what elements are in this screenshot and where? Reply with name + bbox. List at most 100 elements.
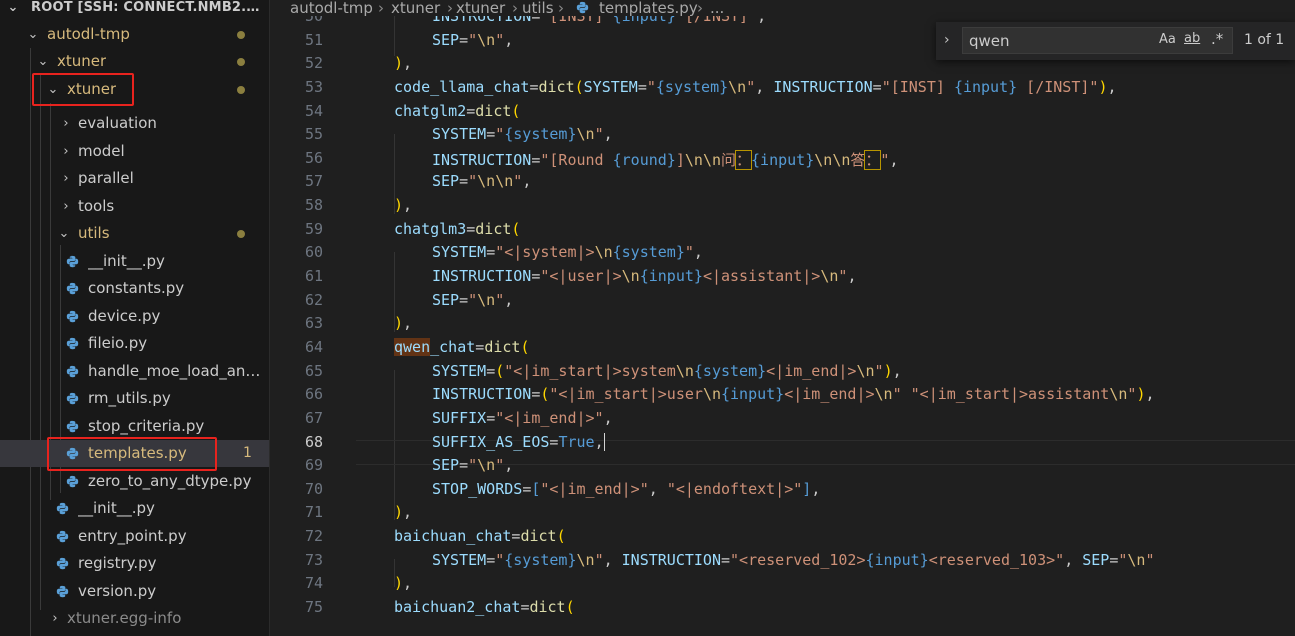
breadcrumb-item[interactable]: xtuner [391, 0, 440, 16]
tree-file-device[interactable]: device.py [0, 303, 269, 330]
chevron-right-icon: › [63, 199, 69, 214]
chevron-right-icon: › [63, 171, 69, 186]
code-line[interactable]: SYSTEM="<|system|>\n{system}", [432, 243, 703, 261]
code-line[interactable]: ), [394, 503, 412, 521]
line-number: 59 [304, 219, 323, 238]
line-number: 65 [304, 361, 323, 380]
chevron-right-icon: › [558, 0, 564, 17]
find-input[interactable]: qwen Aa ab .* [962, 27, 1233, 54]
line-number: 70 [304, 479, 323, 498]
tree-folder-parallel[interactable]: › parallel [0, 165, 269, 192]
chevron-right-icon: › [378, 0, 384, 17]
code-line[interactable]: chatglm3=dict( [394, 220, 520, 238]
tree-file-constants[interactable]: constants.py [0, 275, 269, 302]
chevron-right-icon: › [52, 611, 58, 626]
tree-item-label: __init__.py [78, 499, 155, 517]
chevron-right-icon: › [447, 0, 453, 17]
tree-folder-evaluation[interactable]: › evaluation [0, 110, 269, 137]
tree-file-zero-to-any[interactable]: zero_to_any_dtype.py [0, 468, 269, 495]
code-line[interactable]: SEP="\n", [432, 31, 513, 49]
code-line[interactable]: INSTRUCTION="[Round {round}]\n\n问：{input… [432, 149, 898, 170]
code-line[interactable]: SEP="\n", [432, 456, 513, 474]
chevron-right-icon[interactable]: › [944, 32, 950, 48]
chevron-down-icon: ⌄ [37, 54, 49, 69]
python-file-icon [66, 365, 79, 378]
match-case-toggle[interactable]: Aa [1159, 32, 1176, 47]
git-modified-dot [237, 86, 245, 94]
tree-item-label: __init__.py [88, 252, 165, 270]
tree-folder-xtuner[interactable]: ⌄ xtuner [0, 48, 269, 75]
code-line[interactable]: chatglm2=dict( [394, 102, 520, 120]
code-line[interactable]: SEP="\n", [432, 291, 513, 309]
code-line[interactable]: baichuan_chat=dict( [394, 527, 566, 545]
python-file-icon [66, 282, 79, 295]
code-line[interactable]: ), [394, 574, 412, 592]
tree-folder-autodl-tmp[interactable]: ⌄ autodl-tmp [0, 21, 269, 48]
annotation-highlight-box [32, 73, 134, 106]
line-number: 50 [304, 16, 323, 25]
tree-file-entry-point[interactable]: entry_point.py [0, 523, 269, 550]
python-file-icon [66, 255, 79, 268]
code-line[interactable]: SUFFIX="<|im_end|>", [432, 409, 613, 427]
code-line[interactable]: INSTRUCTION="[INST] {input} [/INST]", [432, 16, 766, 25]
tree-file-fileio[interactable]: fileio.py [0, 330, 269, 357]
python-file-icon [66, 337, 79, 350]
tree-item-label: entry_point.py [78, 527, 187, 545]
line-number: 73 [304, 550, 323, 569]
code-line[interactable]: code_llama_chat=dict(SYSTEM="{system}\n"… [394, 78, 1117, 96]
code-line[interactable]: INSTRUCTION="<|user|>\n{input}<|assistan… [432, 267, 856, 285]
breadcrumb-item[interactable]: templates.py [599, 0, 698, 16]
python-file-icon [56, 502, 69, 515]
code-line[interactable]: SYSTEM="{system}\n", [432, 125, 613, 143]
code-line[interactable]: STOP_WORDS=["<|im_end|>", "<|endoftext|>… [432, 480, 820, 498]
tree-item-label: tools [78, 197, 115, 215]
tree-file-init[interactable]: __init__.py [0, 248, 269, 275]
tree-item-label: parallel [78, 169, 134, 187]
explorer-root-label: ROOT [SSH: CONNECT.NMB2.SEET... [31, 0, 267, 15]
vscode-window: ⌄ ROOT [SSH: CONNECT.NMB2.SEET... ⌄ auto… [0, 0, 1295, 636]
code-line[interactable]: SYSTEM="{system}\n", INSTRUCTION="<reser… [432, 551, 1155, 569]
code-line[interactable]: ), [394, 314, 412, 332]
indent-guide [394, 16, 395, 56]
chevron-right-icon: › [63, 144, 69, 159]
tree-file-version[interactable]: version.py [0, 578, 269, 605]
chevron-right-icon: › [512, 0, 518, 17]
code-line[interactable]: ), [394, 196, 412, 214]
code-line[interactable]: ), [394, 54, 412, 72]
annotation-highlight-box [47, 437, 217, 471]
breadcrumb-item[interactable]: autodl-tmp [290, 0, 373, 16]
breadcrumb-item[interactable]: utils [522, 0, 554, 16]
tree-folder-egg-info[interactable]: › xtuner.egg-info [0, 605, 269, 632]
line-number: 74 [304, 574, 323, 593]
python-file-icon [66, 392, 79, 405]
tree-item-label: registry.py [78, 554, 157, 572]
explorer-root-header[interactable]: ⌄ ROOT [SSH: CONNECT.NMB2.SEET... [0, 0, 269, 21]
tree-file-stop-criteria[interactable]: stop_criteria.py [0, 413, 269, 440]
regex-toggle[interactable]: .* [1211, 30, 1223, 48]
tree-file-registry[interactable]: registry.py [0, 550, 269, 577]
tree-folder-utils[interactable]: ⌄ utils [0, 220, 269, 247]
code-editor[interactable]: 50 51 52 53 54 55 56 57 58 59 60 61 62 63 64 65 66 67 68 69… [270, 16, 1295, 636]
tree-item-label: autodl-tmp [47, 25, 130, 43]
python-file-icon [66, 475, 79, 488]
chevron-down-icon: ⌄ [58, 226, 70, 241]
tree-file-init-2[interactable]: __init__.py [0, 495, 269, 522]
tree-folder-model[interactable]: › model [0, 138, 269, 165]
code-line[interactable]: SUFFIX_AS_EOS=True, [432, 433, 605, 452]
code-line[interactable]: SYSTEM=("<|im_start|>system\n{system}<|i… [432, 362, 902, 380]
code-line[interactable]: SEP="\n\n", [432, 172, 531, 190]
code-line[interactable]: INSTRUCTION=("<|im_start|>user\n{input}<… [432, 385, 1155, 403]
line-number: 58 [304, 196, 323, 215]
code-line[interactable]: baichuan2_chat=dict( [394, 598, 575, 616]
tree-file-handle-moe[interactable]: handle_moe_load_and_... [0, 358, 269, 385]
code-line[interactable]: qwen_chat=dict( [394, 337, 529, 356]
breadcrumb-item[interactable]: xtuner [456, 0, 505, 16]
breadcrumb-item[interactable]: ... [710, 0, 724, 16]
tree-file-rm-utils[interactable]: rm_utils.py [0, 385, 269, 412]
tree-item-label: rm_utils.py [88, 389, 171, 407]
find-widget: › qwen Aa ab .* 1 of 1 [936, 22, 1295, 60]
tree-folder-tools[interactable]: › tools [0, 193, 269, 220]
tree-item-label: xtuner.egg-info [67, 609, 182, 627]
whole-word-toggle[interactable]: ab [1184, 31, 1200, 46]
line-number: 75 [304, 598, 323, 616]
